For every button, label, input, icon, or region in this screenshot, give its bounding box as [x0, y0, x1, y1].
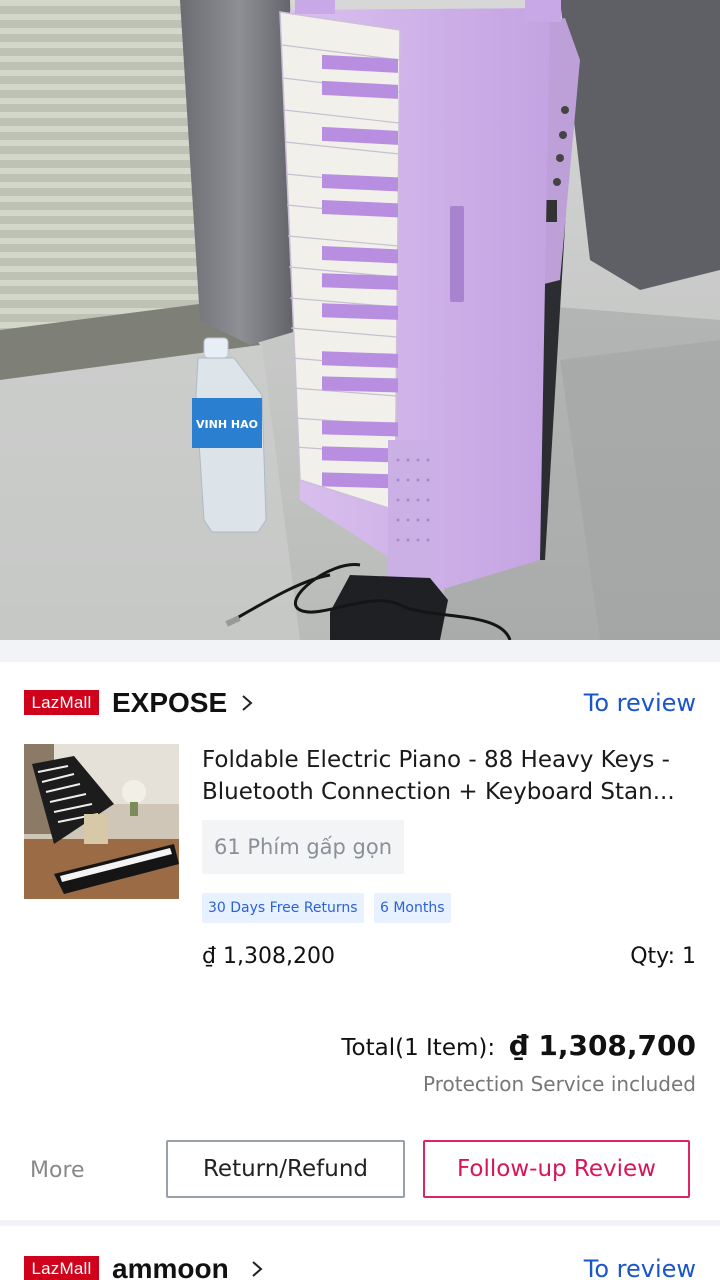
product-title-line1[interactable]: Foldable Electric Piano - 88 Heavy Keys …	[202, 744, 696, 776]
shop-name[interactable]: EXPOSE	[112, 684, 227, 722]
shop-header[interactable]: LazMall ammoon To review	[24, 1250, 696, 1280]
product-qty: Qty: 1	[630, 944, 696, 969]
order-card: LazMall EXPOSE To review Foldable Electr…	[0, 662, 720, 1220]
lazmall-badge: LazMall	[24, 1256, 99, 1280]
order-card: LazMall ammoon To review	[0, 1226, 720, 1280]
chevron-right-icon[interactable]	[240, 694, 254, 712]
product-thumbnail[interactable]	[24, 744, 179, 899]
chevron-right-icon[interactable]	[250, 1260, 264, 1278]
bottle-label-text: VINH HAO	[196, 418, 258, 431]
to-review-link[interactable]: To review	[584, 684, 696, 722]
total-label: Total(1 Item):	[341, 1035, 496, 1061]
shop-header[interactable]: LazMall EXPOSE To review	[24, 684, 696, 724]
total-value: ₫ 1,308,700	[509, 1029, 696, 1062]
protection-note: Protection Service included	[423, 1072, 696, 1096]
follow-up-review-button[interactable]: Follow-up Review	[423, 1140, 690, 1198]
to-review-link[interactable]: To review	[584, 1250, 696, 1280]
shop-name[interactable]: ammoon	[112, 1250, 229, 1280]
review-photo[interactable]: VINH HAO	[0, 0, 720, 640]
product-variant: 61 Phím gấp gọn	[202, 820, 405, 874]
return-refund-button[interactable]: Return/Refund	[166, 1140, 405, 1198]
warranty-tag: 6 Months	[374, 893, 451, 923]
free-returns-tag: 30 Days Free Returns	[202, 893, 364, 923]
order-total: Total(1 Item): ₫ 1,308,700	[341, 1028, 696, 1064]
product-price: ₫ 1,308,200	[202, 944, 335, 969]
product-title-line2[interactable]: Bluetooth Connection + Keyboard Stan...	[202, 776, 696, 808]
more-button[interactable]: More	[30, 1156, 85, 1186]
lazmall-badge: LazMall	[24, 690, 99, 715]
